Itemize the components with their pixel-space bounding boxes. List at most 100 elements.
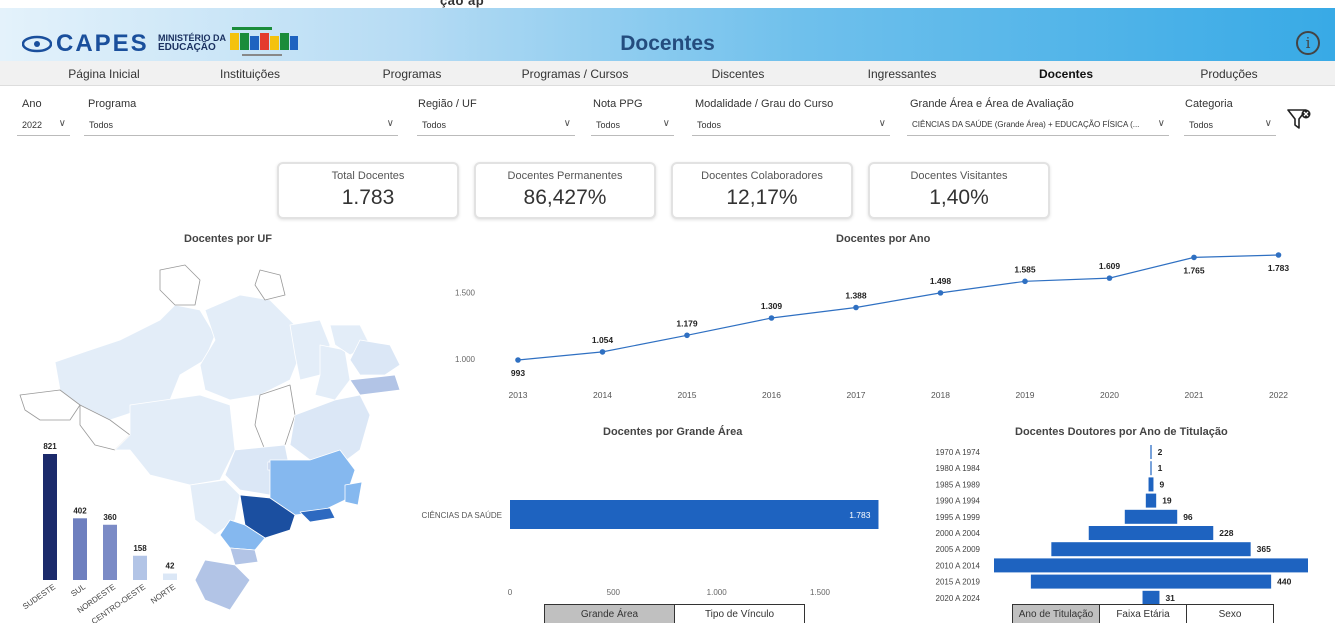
titulacao-bar[interactable] (1124, 509, 1178, 524)
filter-programa-value: Todos (89, 120, 114, 130)
data-label: 1.609 (1099, 261, 1121, 271)
nav-producoes[interactable]: Produções (1200, 67, 1257, 81)
area-tabs: Grande Área Tipo de Vínculo (544, 604, 805, 623)
titulacao-category-label: 1985 A 1989 (936, 480, 981, 489)
region-bar-nordeste[interactable] (103, 524, 117, 580)
filter-ano-select[interactable]: 2022 ∨ (17, 116, 70, 136)
region-bar-label: SUL (69, 582, 87, 599)
titulacao-bar[interactable] (1088, 526, 1214, 540)
region-bar-sul[interactable] (73, 518, 87, 580)
area-bar[interactable] (510, 500, 879, 529)
region-bar-value: 42 (166, 562, 175, 571)
dashboard: ção ap CAPES MINISTÉRIO DA EDUCAÇÃO Doce… (0, 0, 1335, 623)
x-tick-label: 2016 (762, 390, 781, 400)
info-button[interactable]: i (1296, 31, 1320, 55)
data-label: 1.054 (592, 335, 614, 345)
titulacao-bar[interactable] (1030, 574, 1272, 589)
titulacao-bar[interactable] (1145, 493, 1157, 508)
data-point[interactable] (515, 357, 521, 363)
data-point[interactable] (1106, 275, 1113, 281)
x-tick-label: 2020 (1100, 390, 1119, 400)
tab-tipo-vinculo[interactable]: Tipo de Vínculo (674, 604, 805, 623)
filter-regiao-value: Todos (422, 120, 447, 130)
region-bar-value: 821 (43, 442, 57, 451)
filter-programa-select[interactable]: Todos ∨ (84, 116, 398, 136)
titulacao-bar[interactable] (1150, 445, 1152, 459)
x-tick-label: 1.000 (707, 588, 728, 597)
data-point[interactable] (684, 332, 690, 339)
map-state-mg (269, 449, 356, 516)
tab-sexo[interactable]: Sexo (1186, 604, 1274, 623)
filter-regiao-select[interactable]: Todos ∨ (417, 116, 575, 136)
data-point[interactable] (853, 304, 859, 311)
titulacao-category-label: 1995 A 1999 (936, 513, 981, 522)
page-title: Docentes (620, 32, 715, 55)
map-state-pe (349, 374, 401, 396)
x-tick-label: 2013 (509, 390, 528, 400)
data-point[interactable] (1275, 252, 1282, 258)
data-label: 1.585 (1014, 264, 1036, 274)
nav-instituicoes[interactable]: Instituições (220, 67, 280, 81)
filter-modalidade-select[interactable]: Todos ∨ (692, 116, 890, 136)
region-bar-norte[interactable] (163, 573, 177, 580)
titulacao-bar[interactable] (994, 558, 1308, 573)
card-label: Total Docentes (331, 170, 405, 182)
nav-discentes[interactable]: Discentes (712, 67, 765, 81)
card-docentes-colaboradores: Docentes Colaboradores 12,17% (671, 162, 853, 219)
filter-nota-select[interactable]: Todos ∨ (591, 116, 674, 136)
titulacao-category-label: 2000 A 2004 (936, 529, 981, 538)
data-point[interactable] (768, 315, 775, 321)
titulacao-bar[interactable] (1142, 590, 1160, 605)
filter-area-select[interactable]: CIÊNCIAS DA SAÚDE (Grande Área) + EDUCAÇ… (907, 116, 1169, 136)
brazil-map[interactable]: 821SUDESTE402SUL360NORDESTE158CENTRO-OES… (0, 250, 420, 623)
titulacao-category-label: 1990 A 1994 (936, 497, 981, 506)
chevron-down-icon: ∨ (1264, 118, 1272, 129)
data-point[interactable] (1022, 278, 1028, 285)
nav-ingressantes[interactable]: Ingressantes (868, 67, 937, 81)
tab-faixa-etaria[interactable]: Faixa Etária (1099, 604, 1187, 623)
nav-programas-cursos[interactable]: Programas / Cursos (522, 67, 629, 81)
filter-programa-label: Programa (88, 98, 137, 110)
filter-regiao-label: Região / UF (418, 98, 477, 110)
region-bar-value: 402 (73, 506, 87, 515)
filter-area-value: CIÊNCIAS DA SAÚDE (Grande Área) + EDUCAÇ… (912, 120, 1140, 129)
data-point[interactable] (937, 290, 944, 296)
titulacao-bar-value: 228 (1219, 528, 1233, 538)
card-docentes-permanentes: Docentes Permanentes 86,427% (474, 162, 656, 219)
card-docentes-visitantes: Docentes Visitantes 1,40% (868, 162, 1050, 219)
titulacao-bar[interactable] (1150, 461, 1152, 476)
titulacao-bar-value: 1 (1158, 463, 1163, 473)
titulacao-chart-title: Docentes Doutores por Ano de Titulação (1015, 426, 1228, 438)
data-label: 1.309 (761, 301, 783, 311)
filter-categoria-select[interactable]: Todos ∨ (1184, 116, 1276, 136)
nav-programas[interactable]: Programas (383, 67, 442, 81)
info-icon: i (1305, 34, 1311, 52)
filter-area-label: Grande Área e Área de Avaliação (910, 98, 1074, 110)
data-point[interactable] (1191, 254, 1197, 261)
tab-ano-titulacao[interactable]: Ano de Titulação (1012, 604, 1100, 623)
titulacao-bar[interactable] (1148, 477, 1154, 492)
x-tick-label: 2021 (1185, 390, 1204, 400)
main-nav: Página Inicial Instituições Programas Pr… (0, 61, 1335, 86)
region-bar-label: NORTE (149, 582, 177, 605)
nav-pagina-inicial[interactable]: Página Inicial (68, 67, 139, 81)
data-point[interactable] (599, 349, 606, 355)
region-bar-sudeste[interactable] (43, 454, 57, 580)
region-bar-value: 158 (133, 544, 147, 553)
chevron-down-icon: ∨ (563, 118, 571, 129)
titulacao-tabs: Ano de Titulação Faixa Etária Sexo (1012, 604, 1274, 623)
clear-filter-icon[interactable] (1286, 106, 1312, 132)
nav-docentes[interactable]: Docentes (1039, 67, 1093, 81)
map-state-sc (229, 547, 259, 566)
map-state-ne-east (349, 339, 401, 376)
titulacao-category-label: 1980 A 1984 (936, 464, 981, 473)
region-bar-centro-oeste[interactable] (133, 555, 147, 580)
x-tick-label: 2018 (931, 390, 950, 400)
filter-ano-value: 2022 (22, 120, 43, 130)
x-tick-label: 2019 (1016, 390, 1035, 400)
titulacao-bar[interactable] (1051, 542, 1251, 557)
titulacao-bar-value: 9 (1159, 479, 1164, 489)
line-chart-title: Docentes por Ano (836, 233, 931, 245)
tab-grande-area[interactable]: Grande Área (544, 604, 675, 623)
card-value: 12,17% (726, 186, 798, 209)
